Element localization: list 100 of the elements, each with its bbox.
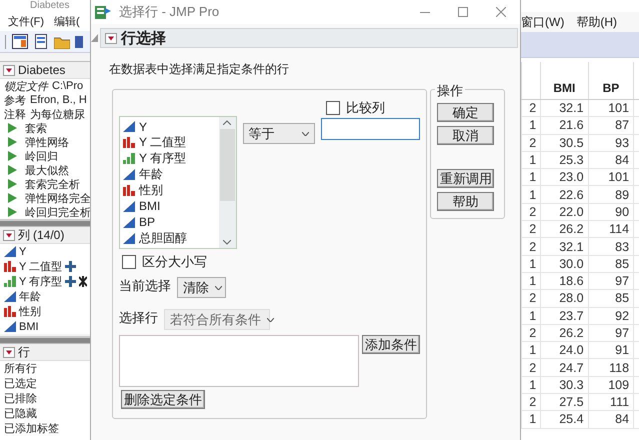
triangle-icon bbox=[4, 321, 16, 332]
column-list-item[interactable]: Y bbox=[139, 120, 148, 134]
table-cell: 25.4 bbox=[540, 411, 588, 428]
condition-list[interactable] bbox=[119, 335, 359, 387]
delete-condition-button[interactable]: 删除选定条件 bbox=[121, 390, 205, 409]
checkbox[interactable] bbox=[122, 255, 136, 269]
bar-chart-icon bbox=[123, 184, 135, 196]
scroll-down-icon[interactable] bbox=[223, 240, 232, 245]
bar-chart-icon bbox=[4, 261, 16, 272]
script-item[interactable]: 套索完全析 bbox=[25, 176, 80, 192]
table-cell: 1 bbox=[521, 186, 540, 203]
value-input[interactable] bbox=[321, 118, 420, 140]
table-cell: 83 bbox=[588, 238, 634, 255]
action-button[interactable]: 帮助 bbox=[437, 192, 494, 211]
table-cell: 93 bbox=[588, 134, 634, 151]
menu-item[interactable]: 帮助(H) bbox=[576, 14, 617, 30]
disclosure-icon[interactable] bbox=[3, 230, 15, 240]
row-state-item[interactable]: 已排除 bbox=[4, 391, 37, 406]
column-list-item[interactable]: Y 有序型 bbox=[139, 150, 186, 168]
table-cell: 30.0 bbox=[540, 256, 588, 272]
table-cell: 2 bbox=[521, 394, 540, 410]
add-condition-button[interactable]: 添加条件 bbox=[362, 335, 420, 354]
table-cell: 90 bbox=[588, 204, 634, 220]
bar-chart-icon bbox=[123, 137, 135, 148]
column-item[interactable]: Y 二值型 bbox=[19, 259, 62, 274]
table-cell: 101 bbox=[588, 169, 634, 186]
column-list-item[interactable]: Y 二值型 bbox=[139, 134, 186, 152]
scroll-up-icon[interactable] bbox=[223, 120, 232, 125]
disclosure-icon[interactable] bbox=[3, 64, 15, 76]
row-state-item[interactable]: 已隐藏 bbox=[4, 406, 37, 421]
table-cell: 23.7 bbox=[540, 308, 588, 324]
menu-item[interactable]: 文件(F) bbox=[8, 14, 44, 29]
triangle-icon bbox=[4, 246, 16, 257]
column-list-item[interactable]: 性别 bbox=[139, 182, 163, 199]
column-list-item[interactable]: 总胆固醇 bbox=[139, 230, 187, 247]
triangle-icon bbox=[123, 200, 135, 212]
dropdown[interactable]: 等于 bbox=[242, 123, 315, 144]
checkbox[interactable] bbox=[326, 101, 340, 115]
document-icon[interactable] bbox=[33, 34, 49, 49]
table-cell: 25.3 bbox=[540, 152, 588, 168]
table-icon[interactable] bbox=[12, 34, 28, 49]
table-cell: 87 bbox=[588, 117, 634, 134]
table-cell: 1 bbox=[521, 169, 540, 186]
table-cell: 2 bbox=[521, 221, 540, 238]
folder-icon[interactable] bbox=[54, 34, 70, 48]
column-item[interactable]: BMI bbox=[19, 320, 39, 332]
checkbox-label: 区分大小写 bbox=[142, 253, 207, 271]
close-icon[interactable] bbox=[496, 7, 506, 17]
column-item[interactable]: 年龄 bbox=[19, 289, 41, 304]
column-item[interactable]: Y bbox=[19, 246, 26, 258]
row-state-item[interactable]: 已选定 bbox=[4, 376, 37, 391]
column-list-item[interactable]: BP bbox=[139, 215, 156, 230]
table-cell: 30.3 bbox=[540, 376, 588, 394]
table-cell: 1 bbox=[521, 272, 540, 290]
table-cell: 2 bbox=[521, 290, 540, 307]
table-cell: 2 bbox=[521, 100, 540, 116]
window-title: Diabetes bbox=[0, 0, 90, 12]
action-button[interactable]: 取消 bbox=[437, 126, 494, 145]
panel-title: 行 bbox=[18, 344, 30, 360]
table-cell: 2 bbox=[521, 204, 540, 220]
action-button[interactable]: 重新调用 bbox=[437, 169, 494, 188]
script-item[interactable]: 套索 bbox=[25, 120, 47, 136]
triangle-icon bbox=[123, 216, 135, 228]
column-item[interactable]: 性别 bbox=[19, 304, 41, 319]
triangle-icon bbox=[123, 169, 135, 180]
triangle-icon bbox=[4, 291, 16, 302]
maximize-icon[interactable] bbox=[458, 7, 468, 17]
table-cell: 28.0 bbox=[540, 290, 588, 307]
info-value: C:\Pro bbox=[52, 80, 84, 92]
dropdown[interactable]: 清除 bbox=[177, 277, 226, 298]
table-cell: 1 bbox=[521, 308, 540, 324]
table-cell: 85 bbox=[588, 256, 634, 272]
script-item[interactable]: 岭回归 bbox=[25, 148, 58, 164]
table-cell: 22.0 bbox=[540, 204, 588, 220]
scroll-thumb[interactable] bbox=[220, 128, 235, 200]
table-cell: 97 bbox=[588, 272, 634, 290]
table-cell: 26.2 bbox=[540, 324, 588, 342]
menu-item[interactable]: 编辑( bbox=[54, 14, 80, 29]
script-item[interactable]: 弹性网络 bbox=[25, 134, 69, 150]
table-cell: 2 bbox=[521, 134, 540, 151]
disclosure-icon[interactable] bbox=[3, 346, 15, 358]
column-header: BMI bbox=[553, 81, 576, 95]
menu-item[interactable]: 窗口(W) bbox=[521, 14, 564, 30]
grip-icon bbox=[4, 34, 7, 48]
chevron-icon bbox=[215, 286, 222, 290]
column-list-item[interactable]: 年龄 bbox=[139, 166, 163, 184]
row-state-item[interactable]: 已添加标签 bbox=[4, 421, 59, 436]
table-cell: 109 bbox=[588, 376, 634, 394]
disclosure-icon[interactable] bbox=[105, 32, 117, 44]
info-value: 为每位糖尿 bbox=[30, 108, 85, 122]
row-state-item[interactable]: 所有行 bbox=[4, 361, 37, 376]
column-list-item[interactable]: BMI bbox=[139, 199, 160, 214]
table-cell: 97 bbox=[588, 324, 634, 342]
field-label: 当前选择 bbox=[119, 277, 171, 295]
action-button[interactable]: 确定 bbox=[437, 103, 494, 122]
column-item[interactable]: Y 有序型 bbox=[19, 274, 62, 289]
script-item[interactable]: 最大似然 bbox=[25, 162, 69, 178]
table-cell: 118 bbox=[588, 359, 634, 376]
table-cell: 21.6 bbox=[540, 117, 588, 134]
table-cell: 84 bbox=[588, 411, 634, 428]
